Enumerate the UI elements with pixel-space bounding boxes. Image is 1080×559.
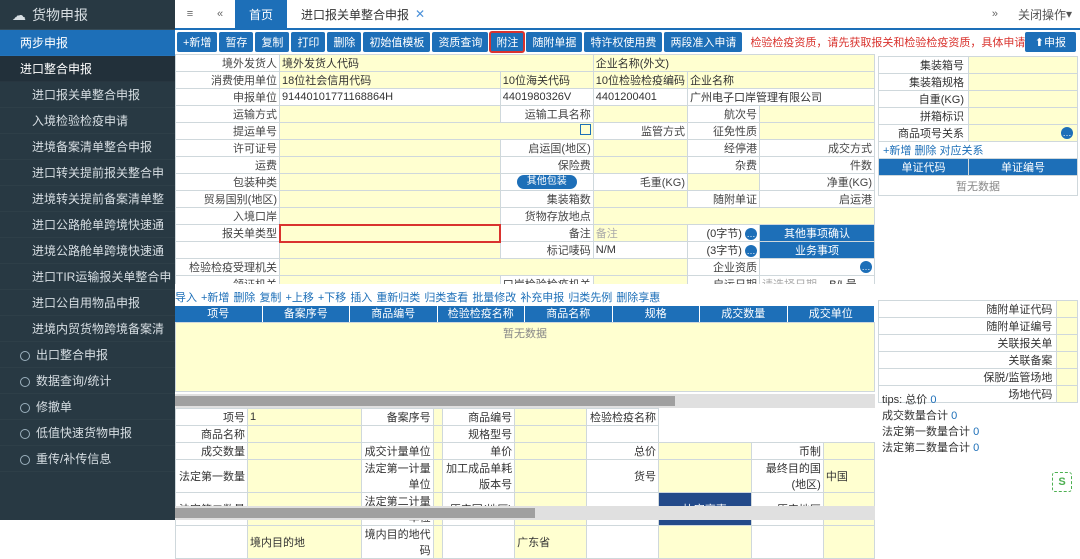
close-icon[interactable]: ✕ [415, 7, 425, 21]
nav-item[interactable]: 进境转关提前备案清单整 [0, 186, 175, 212]
mid-action[interactable]: 归类先例 [568, 289, 612, 305]
nav-item[interactable]: 进境内贸货物跨境备案清 [0, 316, 175, 342]
nav-item[interactable]: 修撤单 [0, 394, 175, 420]
mid-action[interactable]: 删除享惠 [616, 289, 660, 305]
mid-action[interactable]: +下移 [318, 289, 346, 305]
app-title: 货物申报 [0, 0, 175, 30]
nav-item[interactable]: 数据查询/统计 [0, 368, 175, 394]
toolbar-button[interactable]: 特许权使用费 [584, 32, 662, 52]
forward-icon[interactable]: » [980, 0, 1010, 28]
toolbar-button[interactable]: 两段准入申请 [664, 32, 742, 52]
toolbar-button[interactable]: 附注 [490, 32, 524, 52]
nav-item[interactable]: 两步申报 [0, 30, 175, 56]
mid-action[interactable]: 复制 [259, 289, 281, 305]
nav-item[interactable]: 进口转关提前报关整合申 [0, 160, 175, 186]
mid-action[interactable]: 批量修改 [472, 289, 516, 305]
toolbar-button[interactable]: 打印 [291, 32, 325, 52]
right-panel: 集装箱号 集装箱规格 自重(KG) 拼箱标识 商品项号关系… +新增 删除 对应… [878, 56, 1078, 196]
nav-item[interactable]: 进境备案清单整合申报 [0, 134, 175, 160]
tips-panel: tips: 总价 0 成交数量合计 0 法定第一数量合计 0 法定第二数量合计 … [878, 392, 1078, 456]
toolbar-button[interactable]: 资质查询 [432, 32, 488, 52]
h-scrollbar[interactable] [175, 394, 875, 408]
mid-action[interactable]: 归类查看 [424, 289, 468, 305]
warning-text: 检验检疫资质，请先获取报关和检验检疫资质，具体申请: [750, 34, 1028, 50]
h-scrollbar-2[interactable] [175, 506, 875, 520]
toolbar-button[interactable]: 初始值模板 [363, 32, 430, 52]
expand-icon[interactable]: … [745, 228, 757, 240]
nav-item[interactable]: 进口报关单整合申报 [0, 82, 175, 108]
top-tab-bar: ≡ « 首页 进口报关单整合申报✕ » 关闭操作 ▾ [175, 0, 1080, 30]
mid-action[interactable]: +上移 [285, 289, 313, 305]
main-form: 境外发货人境外发货人代码企业名称(外文) 消费使用单位18位社会信用代码10位海… [175, 54, 875, 284]
nav-item[interactable]: 进境公路舱单跨境快速通 [0, 238, 175, 264]
nav-item[interactable]: 进口公路舱单跨境快速通 [0, 212, 175, 238]
mid-action[interactable]: 补充申报 [520, 289, 564, 305]
mid-action[interactable]: +新增 [201, 289, 229, 305]
bottom-form: 项号1备案序号商品编号检验检疫名称商品名称规格型号成交数量成交计量单位单价总价币… [175, 408, 875, 559]
mid-action[interactable]: 删除 [233, 289, 255, 305]
float-icon[interactable]: S [1052, 472, 1072, 492]
biz-matter-button[interactable]: 业务事项 [760, 242, 875, 259]
right-mid-panel: 随附单证代码随附单证编号关联报关单关联备案保脱/监管场地场地代码 [878, 300, 1078, 403]
other-confirm-button[interactable]: 其他事项确认 [760, 225, 875, 242]
right-links[interactable]: +新增 删除 对应关系 [879, 142, 1078, 159]
mid-toolbar: 导入+新增删除复制+上移 +下移插入重新归类归类查看批量修改补充申报归类先例删除享… [175, 288, 875, 306]
nav-item[interactable]: 重传/补传信息 [0, 446, 175, 472]
toolbar-button[interactable]: 随附单据 [526, 32, 582, 52]
nav-item[interactable]: 进口整合申报 [0, 56, 175, 82]
toolbar-button[interactable]: 删除 [327, 32, 361, 52]
mid-action[interactable]: 重新归类 [376, 289, 420, 305]
toolbar-button[interactable]: +新增 [177, 32, 217, 52]
nav-item[interactable]: 进口TIR运输报关单整合申 [0, 264, 175, 290]
nav-item[interactable]: 低值快速货物申报 [0, 420, 175, 446]
nav-item[interactable]: 出口整合申报 [0, 342, 175, 368]
toolbar-button[interactable]: 复制 [255, 32, 289, 52]
declare-button[interactable]: ⬆ 申报 [1025, 32, 1076, 52]
grid-body: 暂无数据 [175, 322, 875, 392]
toolbar-button[interactable]: 暂存 [219, 32, 253, 52]
mid-action[interactable]: 导入 [175, 289, 197, 305]
nav-item[interactable]: 入境检验检疫申请 [0, 108, 175, 134]
tab-open[interactable]: 进口报关单整合申报✕ [287, 0, 439, 28]
tab-home[interactable]: 首页 [235, 0, 287, 28]
close-ops[interactable]: 关闭操作 ▾ [1010, 0, 1080, 28]
mid-action[interactable]: 插入 [350, 289, 372, 305]
toolbar: +新增暂存复制打印删除初始值模板资质查询附注随附单据特许权使用费两段准入申请 检… [175, 30, 1080, 54]
menu-icon[interactable]: ≡ [175, 0, 205, 28]
other-pack-button[interactable]: 其他包装 [517, 175, 577, 189]
nav-item[interactable]: 进口公自用物品申报 [0, 290, 175, 316]
back-icon[interactable]: « [205, 0, 235, 28]
grid-header: 项号备案序号商品编号检验检疫名称商品名称规格成交数量成交单位 [175, 306, 875, 322]
